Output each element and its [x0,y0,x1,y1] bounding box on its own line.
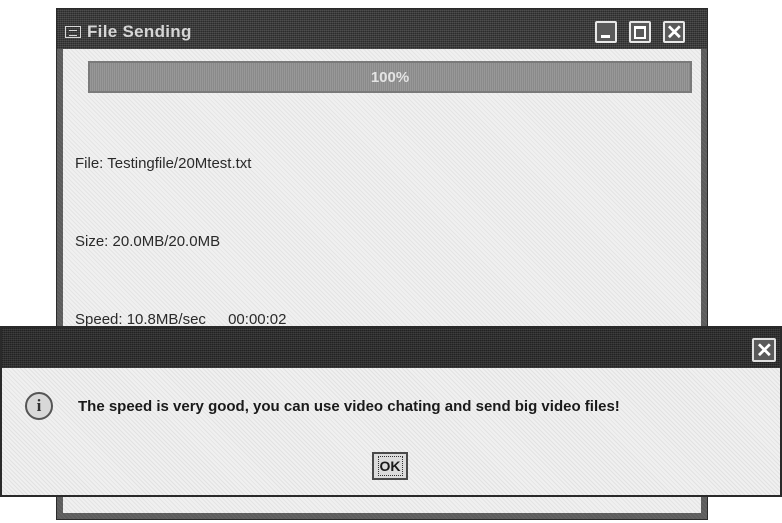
close-button[interactable]: ✕ [663,21,685,44]
dialog-titlebar[interactable]: ✕ [2,328,780,368]
file-size-label: Size: 20.0MB/20.0MB [75,233,221,250]
message-dialog: ✕ i The speed is very good, you can use … [0,326,782,497]
info-icon: i [25,392,53,420]
close-icon: ✕ [666,22,683,44]
transfer-progress-bar: 100% [88,61,692,93]
window-icon [65,26,81,38]
progress-percent: 100% [370,69,410,86]
dialog-message: The speed is very good, you can use vide… [78,398,620,415]
close-icon: ✕ [756,340,773,362]
ok-button[interactable]: OK [372,452,408,480]
window-titlebar[interactable]: File Sending ✕ [57,9,707,49]
window-title: File Sending [87,22,192,41]
ok-button-label: OK [377,456,403,476]
file-name-label: File: Testingfile/20Mtest.txt [75,155,252,172]
maximize-button[interactable] [629,21,651,43]
dialog-close-button[interactable]: ✕ [752,338,776,362]
minimize-button[interactable] [595,21,617,43]
desktop: File Sending ✕ 100% File: Testingfile/20… [0,0,782,523]
